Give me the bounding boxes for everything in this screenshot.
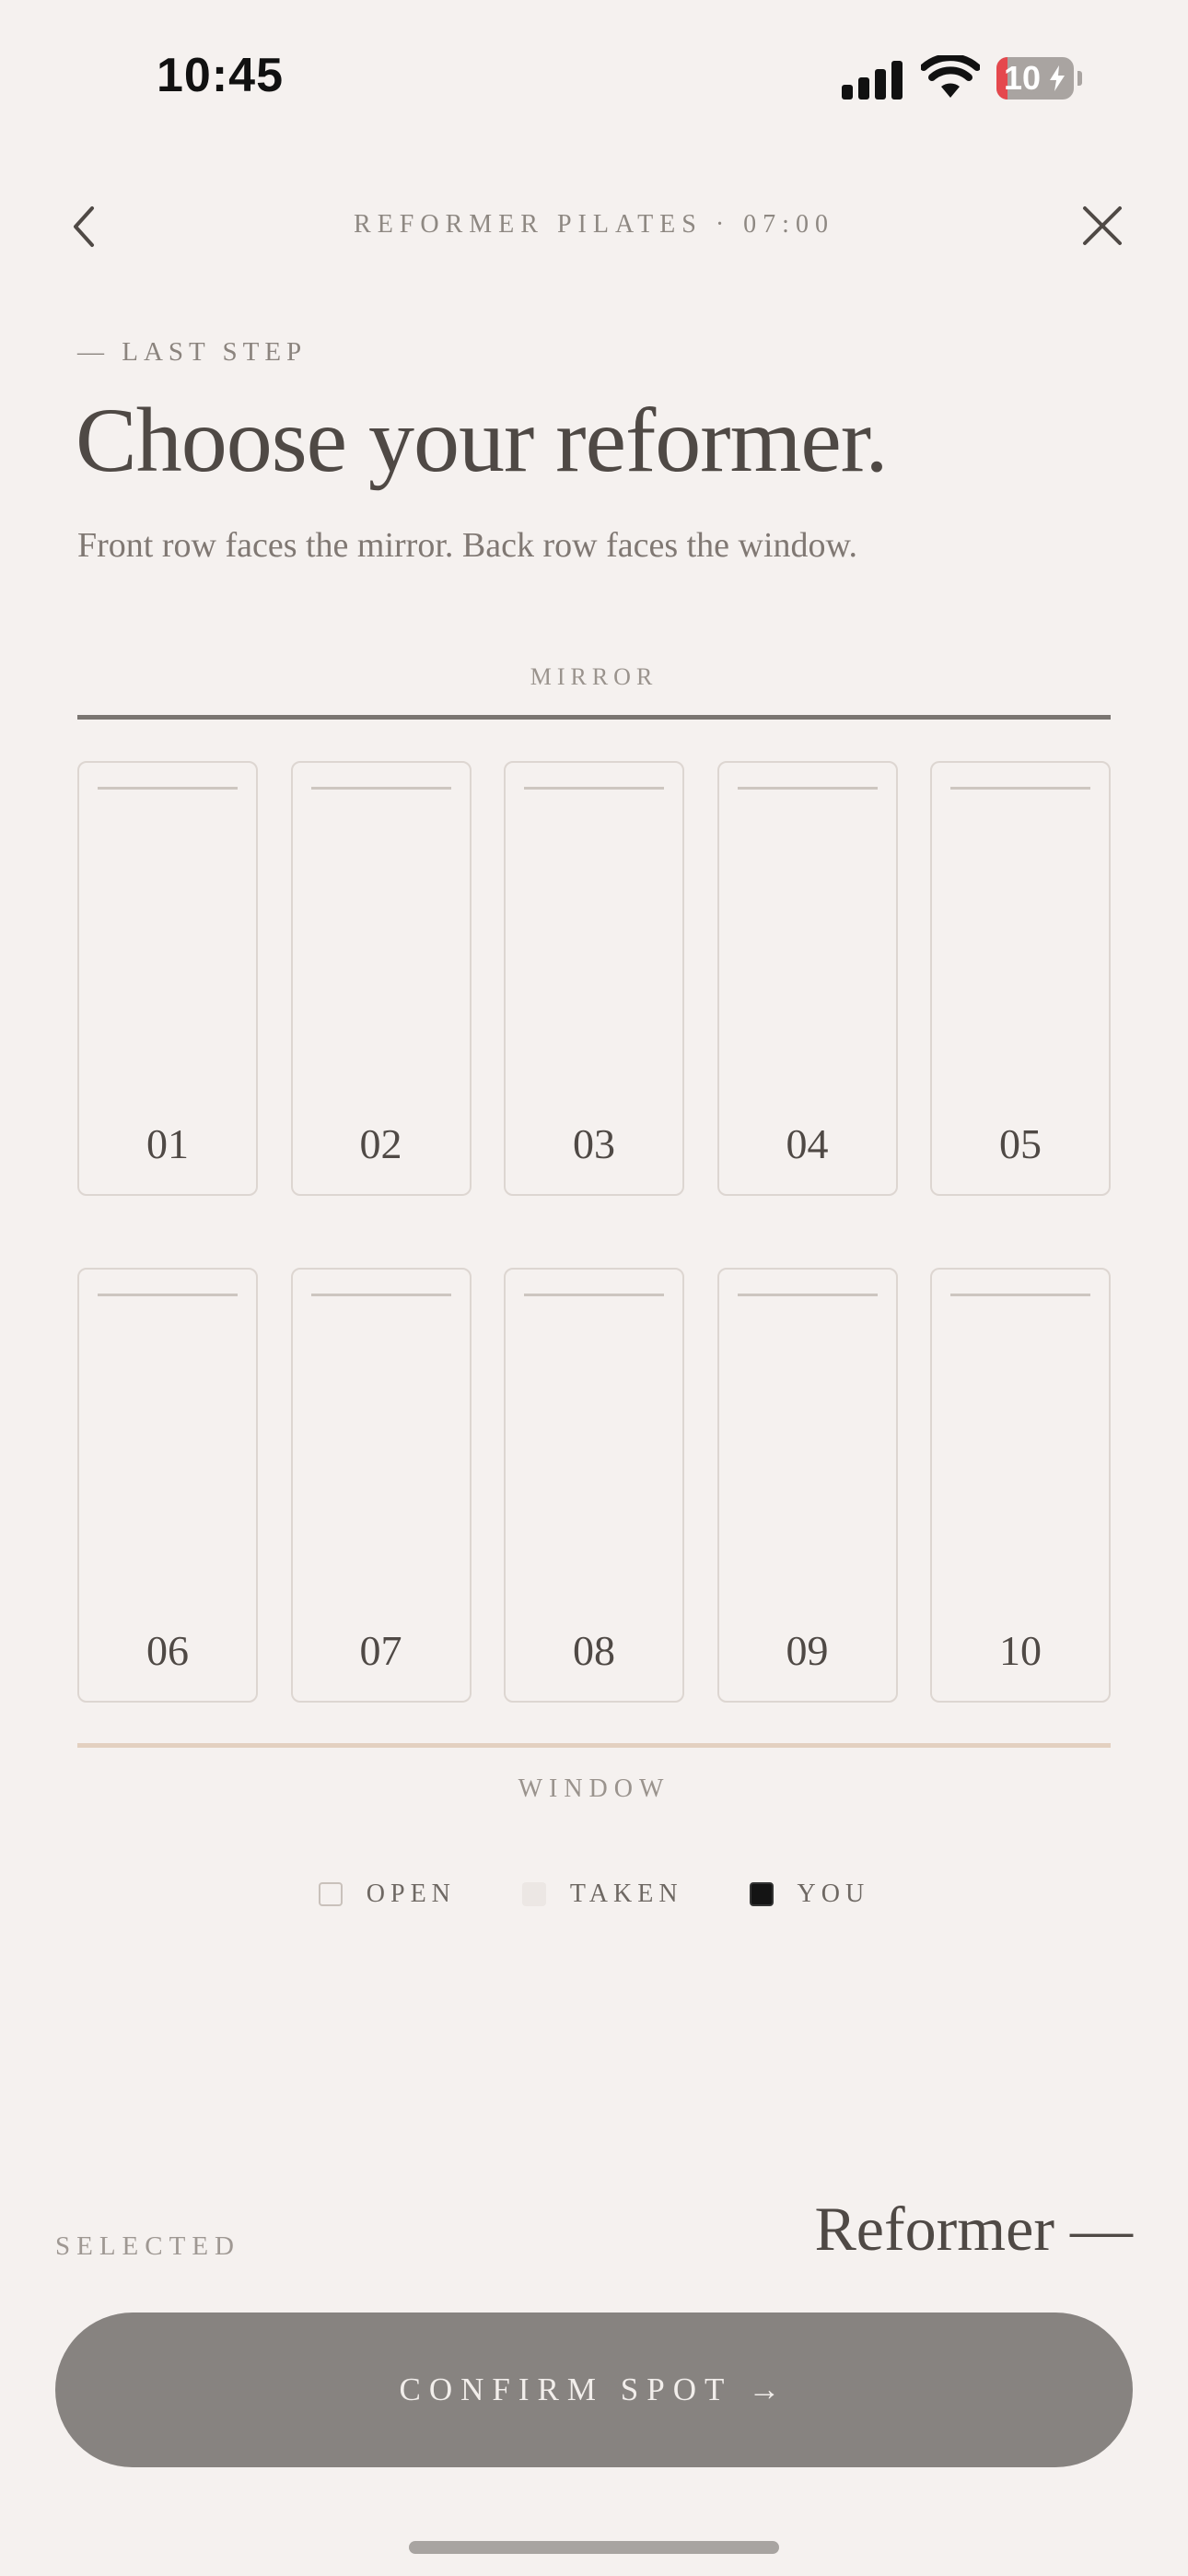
reformer-09[interactable]: 09 — [716, 1268, 898, 1703]
reformer-number: 05 — [999, 1120, 1042, 1167]
reformer-headrest — [310, 787, 451, 790]
reformer-08[interactable]: 08 — [504, 1268, 684, 1703]
window-label: WINDOW — [518, 1774, 670, 1803]
reformer-number: 01 — [146, 1120, 189, 1167]
reformer-07[interactable]: 07 — [290, 1268, 472, 1703]
reformer-headrest — [737, 1294, 878, 1296]
charging-bolt-icon — [1050, 65, 1065, 91]
front-row: 01 02 03 04 05 — [77, 761, 1111, 1200]
reformer-number: 06 — [146, 1627, 189, 1674]
page-subtitle: Front row faces the mirror. Back row fac… — [77, 526, 858, 565]
cellular-signal-icon — [842, 61, 903, 100]
class-title: REFORMER PILATES · 07:00 — [354, 210, 834, 239]
reformer-05[interactable]: 05 — [930, 761, 1111, 1196]
back-row: 06 07 08 09 10 — [77, 1268, 1111, 1706]
confirm-spot-label: CONFIRM SPOT → — [399, 2371, 789, 2407]
reformer-headrest — [98, 1294, 238, 1296]
open-swatch — [318, 1882, 343, 1906]
close-icon[interactable] — [1081, 205, 1124, 247]
legend-open: OPEN — [318, 1879, 456, 1909]
you-swatch — [749, 1882, 774, 1906]
reformer-headrest — [524, 1294, 664, 1296]
legend-you-label: YOU — [797, 1879, 870, 1908]
selected-value: Reformer — — [814, 2194, 1133, 2264]
legend-taken-label: TAKEN — [569, 1879, 683, 1908]
reformer-headrest — [950, 1294, 1090, 1296]
reformer-number: 03 — [573, 1120, 615, 1167]
reformer-04[interactable]: 04 — [716, 761, 898, 1196]
reformer-10[interactable]: 10 — [930, 1268, 1111, 1703]
battery-level: 10 — [1004, 59, 1042, 97]
legend-taken: TAKEN — [521, 1879, 683, 1909]
reformer-number: 04 — [786, 1120, 829, 1167]
reformer-03[interactable]: 03 — [504, 761, 684, 1196]
taken-swatch — [521, 1882, 546, 1906]
reformer-01[interactable]: 01 — [77, 761, 258, 1196]
reformer-headrest — [950, 787, 1090, 790]
selected-label: SELECTED — [55, 2231, 240, 2261]
mirror-label: MIRROR — [530, 663, 658, 690]
status-time: 10:45 — [157, 49, 284, 102]
reformer-headrest — [737, 787, 878, 790]
confirm-spot-button[interactable]: CONFIRM SPOT → — [55, 2313, 1133, 2467]
reformer-06[interactable]: 06 — [77, 1268, 258, 1703]
reformer-headrest — [524, 787, 664, 790]
wifi-icon — [921, 55, 980, 98]
reformer-headrest — [310, 1294, 451, 1296]
reformer-02[interactable]: 02 — [290, 761, 472, 1196]
step-eyebrow: — LAST STEP — [77, 337, 308, 367]
reformer-number: 09 — [786, 1627, 829, 1674]
reformer-number: 02 — [359, 1120, 402, 1167]
home-indicator[interactable] — [409, 2541, 779, 2554]
reformer-number: 08 — [573, 1627, 615, 1674]
legend-open-label: OPEN — [366, 1879, 456, 1908]
legend: OPEN TAKEN YOU — [0, 1879, 1188, 1909]
page-title: Choose your reformer. — [76, 389, 889, 491]
battery-charging-icon: 10 — [996, 57, 1083, 100]
reformer-headrest — [98, 787, 238, 790]
legend-you: YOU — [749, 1879, 870, 1909]
window-divider — [77, 1743, 1111, 1748]
reformer-number: 07 — [359, 1627, 402, 1674]
reformer-number: 10 — [999, 1627, 1042, 1674]
mirror-divider — [77, 715, 1111, 720]
